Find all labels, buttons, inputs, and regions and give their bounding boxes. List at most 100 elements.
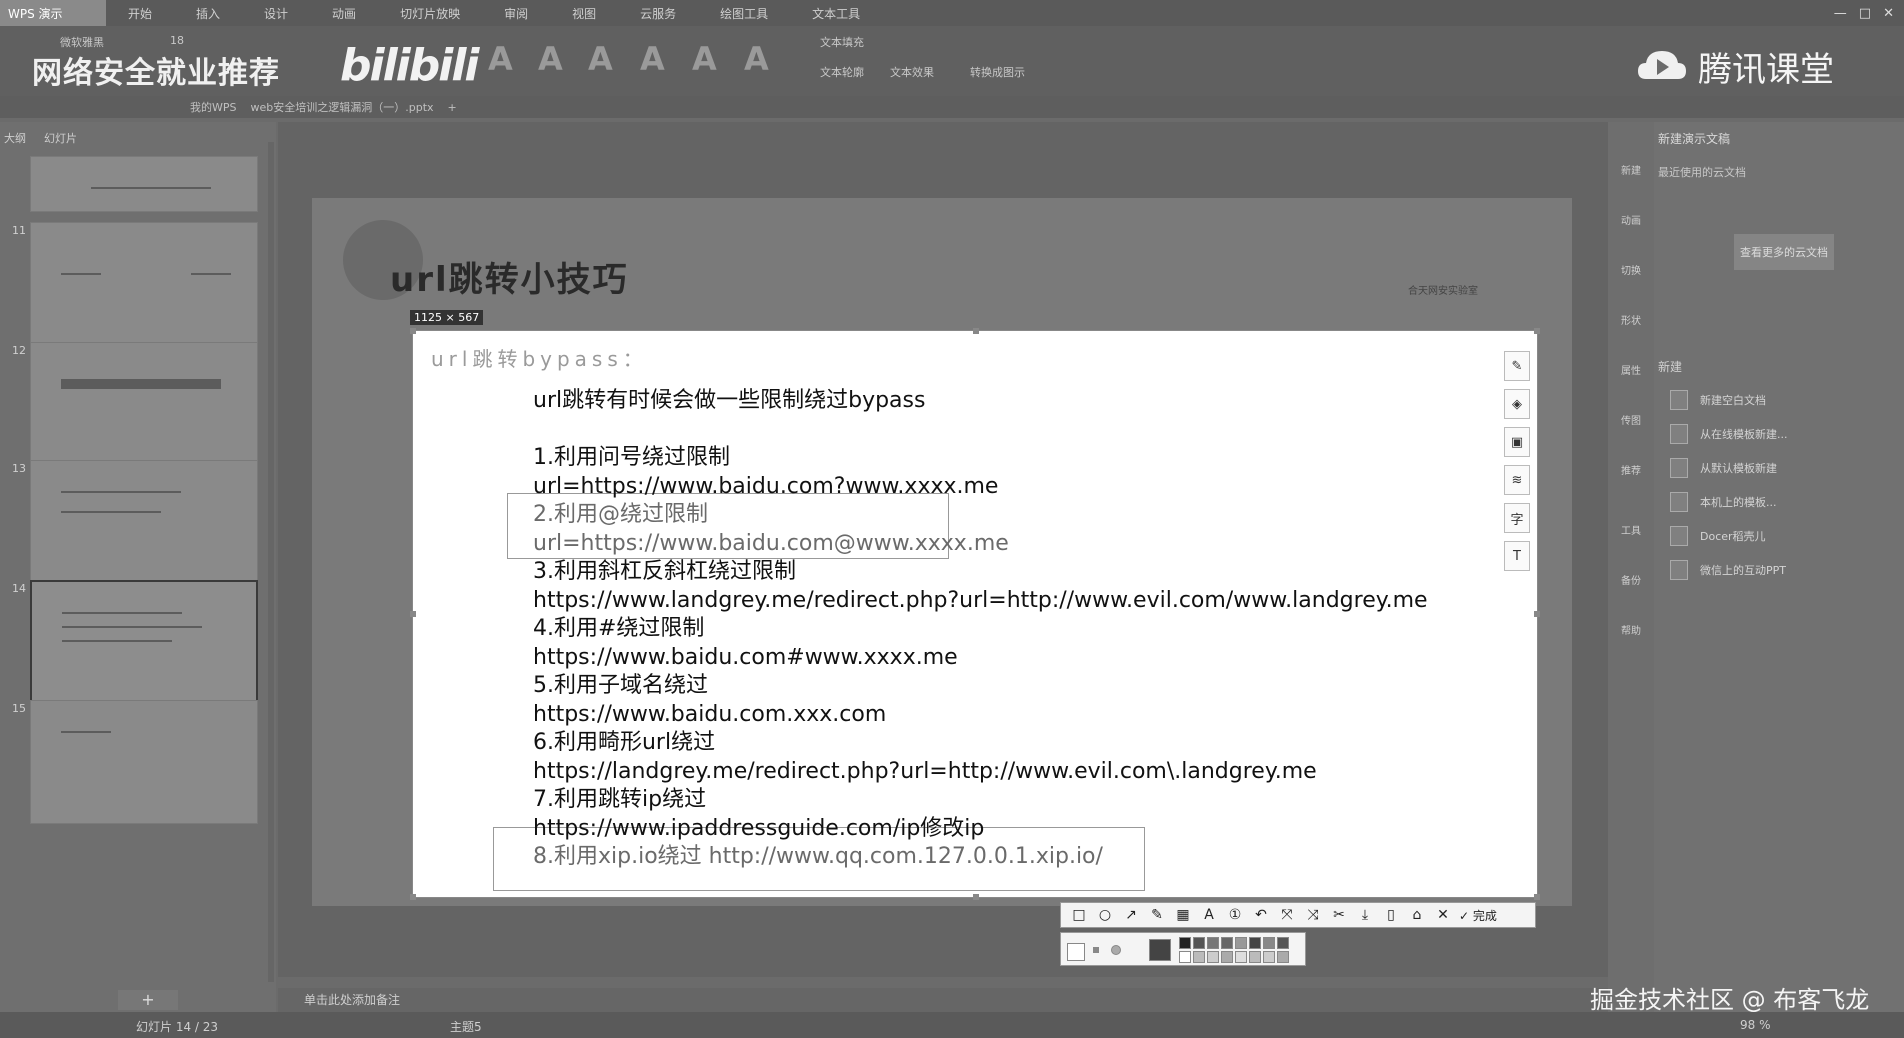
maximize-icon[interactable]: □: [1859, 6, 1871, 21]
tab-drawing-tools[interactable]: 绘图工具: [698, 5, 790, 22]
resize-handle[interactable]: [1534, 328, 1540, 334]
font-size-select[interactable]: 18: [170, 34, 184, 47]
slide-thumbnail-active[interactable]: [30, 580, 258, 704]
download-icon[interactable]: ⤓: [1355, 907, 1375, 923]
text-icon[interactable]: A: [1199, 907, 1219, 923]
mosaic-icon[interactable]: ▦: [1173, 907, 1193, 923]
new-from-default-template[interactable]: 从默认模板新建: [1670, 458, 1777, 478]
arrow-icon[interactable]: ↗: [1121, 907, 1141, 923]
current-color[interactable]: [1149, 939, 1171, 961]
convert-graphic-button[interactable]: 转换成图示: [970, 64, 1025, 80]
wordart-style-4[interactable]: A: [640, 40, 665, 78]
color-swatch[interactable]: [1179, 937, 1191, 949]
wechat-ppt-link[interactable]: 微信上的互动PPT: [1670, 560, 1786, 580]
strip-properties[interactable]: 属性: [1612, 362, 1650, 377]
color-swatch[interactable]: [1263, 951, 1275, 963]
tab-animation[interactable]: 动画: [310, 5, 378, 22]
strip-transition[interactable]: 切换: [1612, 262, 1650, 277]
new-blank-doc[interactable]: 新建空白文档: [1670, 390, 1766, 410]
tab-text-tools[interactable]: 文本工具: [790, 5, 882, 22]
color-swatch[interactable]: [1235, 937, 1247, 949]
strip-shape[interactable]: 形状: [1612, 312, 1650, 327]
add-tab-icon[interactable]: +: [448, 101, 457, 114]
resize-handle[interactable]: [973, 328, 979, 334]
tab-review[interactable]: 审阅: [482, 5, 550, 22]
brush-size-small[interactable]: [1093, 947, 1099, 953]
expand-icon[interactable]: ⤧: [1277, 907, 1297, 923]
cancel-icon[interactable]: ✕: [1433, 907, 1453, 923]
strip-image[interactable]: 传图: [1612, 412, 1650, 427]
color-swatch[interactable]: [1207, 951, 1219, 963]
rectangle-icon[interactable]: □: [1069, 907, 1089, 923]
text-effect-button[interactable]: 文本效果: [890, 64, 934, 80]
number-icon[interactable]: ①: [1225, 907, 1245, 923]
local-templates[interactable]: 本机上的模板...: [1670, 492, 1777, 512]
wordart-style-2[interactable]: A: [538, 40, 563, 78]
thumbnail-scrollbar[interactable]: [268, 142, 274, 982]
color-swatch[interactable]: [1249, 951, 1261, 963]
resize-handle[interactable]: [410, 894, 416, 900]
wordart-style-3[interactable]: A: [588, 40, 613, 78]
zoom-level[interactable]: 98 %: [1740, 1018, 1771, 1032]
color-swatch[interactable]: [1207, 937, 1219, 949]
done-button[interactable]: ✓ 完成: [1459, 907, 1503, 924]
resize-handle[interactable]: [973, 894, 979, 900]
slide-thumbnail[interactable]: [30, 460, 258, 584]
text-style-icon[interactable]: 字: [1504, 503, 1530, 533]
color-swatch[interactable]: [1193, 951, 1205, 963]
outline-icon[interactable]: ▣: [1504, 427, 1530, 457]
strip-recommend[interactable]: 推荐: [1612, 462, 1650, 477]
tab-cloud[interactable]: 云服务: [618, 5, 698, 22]
notes-area[interactable]: 单击此处添加备注: [278, 988, 1608, 1012]
save-icon[interactable]: ⌂: [1407, 907, 1427, 923]
color-swatch[interactable]: [1179, 951, 1191, 963]
resize-handle[interactable]: [410, 328, 416, 334]
open-cloud-docs-button[interactable]: 查看更多的云文档: [1734, 234, 1834, 270]
docer-link[interactable]: Docer稻壳儿: [1670, 526, 1766, 546]
tab-design[interactable]: 设计: [242, 5, 310, 22]
text-fill-button[interactable]: 文本填充: [820, 34, 864, 50]
close-icon[interactable]: ✕: [1883, 6, 1894, 21]
minimize-icon[interactable]: —: [1834, 6, 1847, 21]
copy-icon[interactable]: ▯: [1381, 907, 1401, 923]
tab-insert[interactable]: 插入: [174, 5, 242, 22]
color-swatch[interactable]: [1221, 937, 1233, 949]
new-from-online-template[interactable]: 从在线模板新建...: [1670, 424, 1788, 444]
resize-handle[interactable]: [410, 611, 416, 617]
tab-outline[interactable]: 大纲: [4, 130, 26, 146]
edit-icon[interactable]: ✎: [1504, 351, 1530, 381]
color-swatch[interactable]: [1221, 951, 1233, 963]
tab-view[interactable]: 视图: [550, 5, 618, 22]
brush-size-large[interactable]: [1067, 943, 1085, 961]
ellipse-icon[interactable]: ○: [1095, 907, 1115, 923]
color-swatch[interactable]: [1277, 937, 1289, 949]
strip-backup[interactable]: 备份: [1612, 572, 1650, 587]
strip-help[interactable]: 帮助: [1612, 622, 1650, 637]
tab-home[interactable]: 开始: [106, 5, 174, 22]
slide-thumbnail[interactable]: [30, 700, 258, 824]
color-swatch[interactable]: [1249, 937, 1261, 949]
strip-tools[interactable]: 工具: [1612, 522, 1650, 537]
slide-thumbnail[interactable]: [30, 222, 258, 346]
app-menu-button[interactable]: WPS 演示: [0, 0, 106, 26]
text-outline-button[interactable]: 文本轮廓: [820, 64, 864, 80]
color-swatch[interactable]: [1263, 937, 1275, 949]
shrink-icon[interactable]: ⤨: [1303, 907, 1323, 923]
wordart-style-1[interactable]: A: [488, 40, 513, 78]
add-slide-button[interactable]: +: [118, 990, 178, 1010]
doc-tab-current[interactable]: web安全培训之逻辑漏洞（一）.pptx: [251, 99, 434, 115]
brush-size-medium[interactable]: [1111, 945, 1121, 955]
doc-tab-my-wps[interactable]: 我的WPS: [190, 99, 237, 115]
slide-thumbnail[interactable]: [30, 156, 258, 212]
fill-icon[interactable]: ◈: [1504, 389, 1530, 419]
resize-handle[interactable]: [1534, 894, 1540, 900]
pin-icon[interactable]: ✂: [1329, 907, 1349, 923]
slide-title[interactable]: url跳转小技巧: [390, 252, 629, 301]
wordart-style-5[interactable]: A: [692, 40, 717, 78]
tab-slideshow[interactable]: 切灯片放映: [378, 5, 482, 22]
screenshot-selection-box[interactable]: url跳转bypass： url跳转有时候会做一些限制绕过bypass 1.利用…: [410, 328, 1540, 900]
strip-new[interactable]: 新建: [1612, 162, 1650, 177]
undo-icon[interactable]: ↶: [1251, 907, 1271, 923]
slide-thumbnail[interactable]: [30, 342, 258, 466]
layers-icon[interactable]: ≋: [1504, 465, 1530, 495]
